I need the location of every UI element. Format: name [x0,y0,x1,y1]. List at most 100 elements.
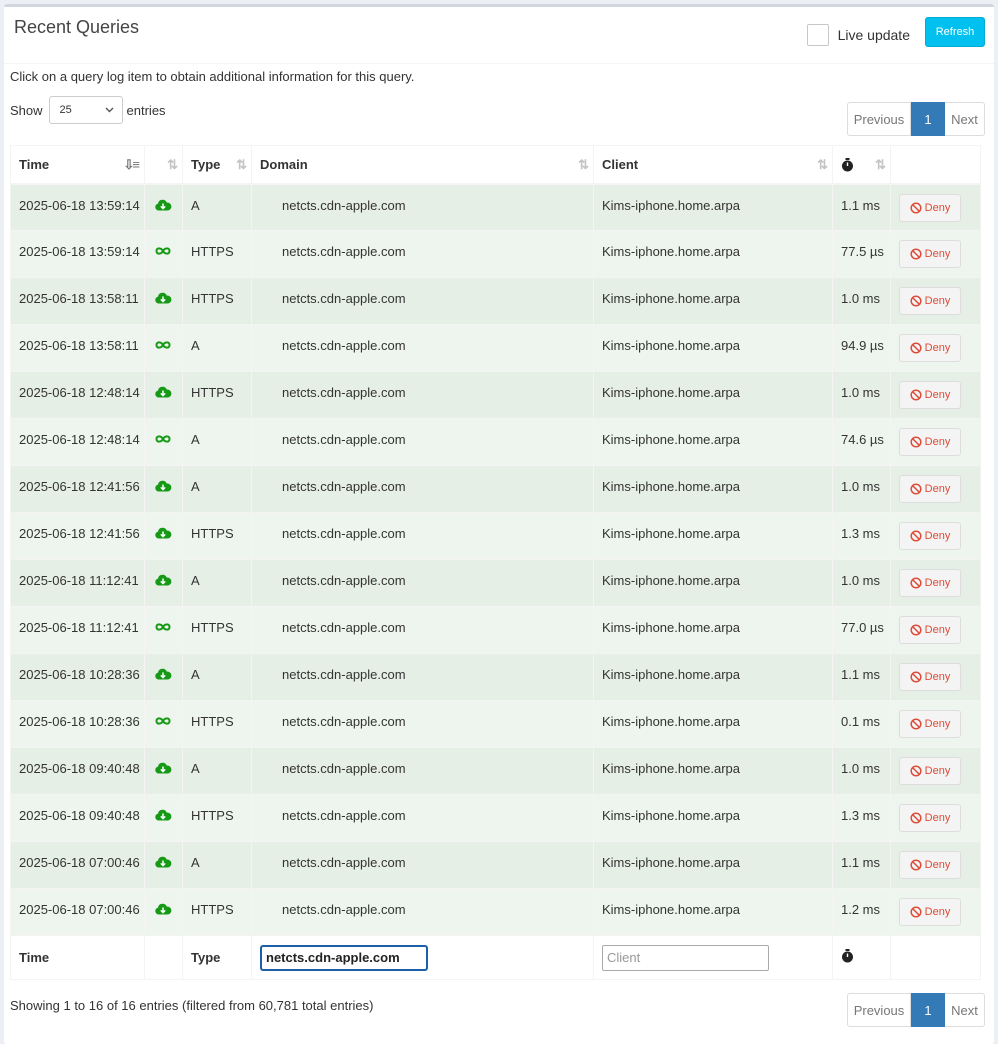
column-header-reply-time[interactable]: ⇅ [832,145,891,185]
cell-time: 2025-06-18 10:28:36 [10,700,145,748]
table-row[interactable]: 2025-06-18 09:40:48 HTTPS netcts.cdn-apple… [10,794,981,842]
deny-button[interactable]: Deny [899,851,961,879]
cell-time: 2025-06-18 07:00:46 [10,841,145,889]
cell-reply-time: 77.0 µs [832,606,891,654]
live-update-checkbox[interactable] [806,24,829,46]
previous-page-button[interactable]: Previous [847,993,911,1027]
cell-type: HTTPS [182,700,252,748]
sort-desc-icon: ⇩≡ [123,157,141,172]
page-1-button[interactable]: 1 [911,993,945,1027]
column-header-domain[interactable]: Domain ⇅ [251,145,594,185]
entries-label: entries [126,102,166,118]
cell-domain: netcts.cdn-apple.com [251,700,594,748]
column-header-action [890,145,981,185]
cell-time: 2025-06-18 13:59:14 [10,183,145,231]
client-filter-input[interactable] [602,944,769,971]
cell-status [144,700,183,748]
entries-per-page-select[interactable]: 25 [48,96,123,124]
deny-button[interactable]: Deny [899,522,961,550]
table-row[interactable]: 2025-06-18 12:41:56 Anetcts.cdn-apple.com… [10,465,981,513]
table-row[interactable]: 2025-06-18 11:12:41 HTTPS netcts.cdn-apple… [10,606,981,654]
forwarded-cloud-download-icon [153,573,173,590]
table-row[interactable]: 2025-06-18 13:58:11 HTTPS netcts.cdn-apple… [10,277,981,325]
deny-button[interactable]: Deny [899,804,961,832]
cell-reply-time: 0.1 ms [832,700,891,748]
deny-button[interactable]: Deny [899,193,961,222]
deny-button[interactable]: Deny [899,334,961,362]
table-row[interactable]: 2025-06-18 10:28:36 HTTPS netcts.cdn-apple… [10,700,981,748]
live-update-toggle[interactable]: Live update [806,24,910,46]
table-row[interactable]: 2025-06-18 07:00:46 HTTPS netcts.cdn-apple… [10,888,981,936]
table-row[interactable]: 2025-06-18 09:40:48 Anetcts.cdn-apple.com… [10,747,981,795]
column-label-type: Type [191,156,221,172]
table-row[interactable]: 2025-06-18 13:59:14 Anetcts.cdn-apple.com… [10,183,981,231]
deny-button[interactable]: Deny [899,616,961,644]
table-row[interactable]: 2025-06-18 12:48:14 Anetcts.cdn-apple.com… [10,418,981,466]
live-update-label: Live update [837,27,910,43]
cell-client: Kims-iphone.home.arpa [593,324,833,372]
table-row[interactable]: 2025-06-18 11:12:41 Anetcts.cdn-apple.com… [10,559,981,607]
deny-button[interactable]: Deny [899,475,961,503]
cell-action: Deny [890,794,981,842]
next-page-button[interactable]: Next [945,102,985,136]
cell-action: Deny [890,841,981,889]
cell-domain: netcts.cdn-apple.com [251,418,594,466]
ban-icon [910,389,925,401]
next-page-button[interactable]: Next [945,993,985,1027]
table-row[interactable]: 2025-06-18 12:41:56 HTTPS netcts.cdn-apple… [10,512,981,560]
column-header-type[interactable]: Type ⇅ [182,145,252,185]
column-header-client[interactable]: Client ⇅ [593,145,833,185]
column-header-status[interactable]: ⇅ [144,145,183,185]
cell-type: A [182,653,252,701]
forwarded-cloud-download-icon [153,902,173,919]
deny-button[interactable]: Deny [899,428,961,456]
ban-icon [910,812,925,824]
table-row[interactable]: 2025-06-18 07:00:46 Anetcts.cdn-apple.com… [10,841,981,889]
deny-button[interactable]: Deny [899,569,961,597]
previous-page-button[interactable]: Previous [847,102,911,136]
table-row[interactable]: 2025-06-18 12:48:14 HTTPS netcts.cdn-apple… [10,371,981,419]
cell-action: Deny [890,653,981,701]
cell-time: 2025-06-18 09:40:48 [10,747,145,795]
cell-domain: netcts.cdn-apple.com [251,559,594,607]
refresh-button[interactable]: Refresh [925,17,985,47]
deny-button[interactable]: Deny [899,240,961,268]
cell-time: 2025-06-18 11:12:41 [10,606,145,654]
ban-icon [910,765,925,777]
column-header-time[interactable]: Time ⇩≡ [10,145,145,185]
page-1-button[interactable]: 1 [911,102,945,136]
deny-button[interactable]: Deny [899,663,961,691]
deny-button[interactable]: Deny [899,710,961,738]
cell-domain: netcts.cdn-apple.com [251,371,594,419]
cell-domain: netcts.cdn-apple.com [251,324,594,372]
cell-reply-time: 74.6 µs [832,418,891,466]
cell-reply-time: 1.0 ms [832,747,891,795]
domain-filter-input[interactable] [260,944,428,971]
cell-action: Deny [890,371,981,419]
cached-infinity-icon [153,432,173,447]
ban-icon [910,671,925,683]
deny-label: Deny [924,483,951,495]
cell-domain: netcts.cdn-apple.com [251,888,594,936]
cell-action: Deny [890,230,981,278]
filter-type-label: Type [182,935,252,980]
deny-button[interactable]: Deny [899,898,961,926]
page-title: Recent Queries [14,17,140,37]
ban-icon [910,859,925,871]
ban-icon [910,342,925,354]
table-row[interactable]: 2025-06-18 13:58:11 Anetcts.cdn-apple.com… [10,324,981,372]
cell-reply-time: 1.1 ms [832,653,891,701]
table-row[interactable]: 2025-06-18 13:59:14 HTTPS netcts.cdn-apple… [10,230,981,278]
cell-domain: netcts.cdn-apple.com [251,512,594,560]
cell-type: A [182,183,252,231]
deny-button[interactable]: Deny [899,381,961,409]
cell-type: A [182,747,252,795]
cell-status [144,230,183,278]
cell-time: 2025-06-18 12:41:56 [10,512,145,560]
deny-button[interactable]: Deny [899,287,961,315]
table-row[interactable]: 2025-06-18 10:28:36 Anetcts.cdn-apple.com… [10,653,981,701]
cell-reply-time: 1.3 ms [832,794,891,842]
forwarded-cloud-download-icon [153,667,173,684]
deny-button[interactable]: Deny [899,757,961,785]
ban-icon [910,248,925,260]
